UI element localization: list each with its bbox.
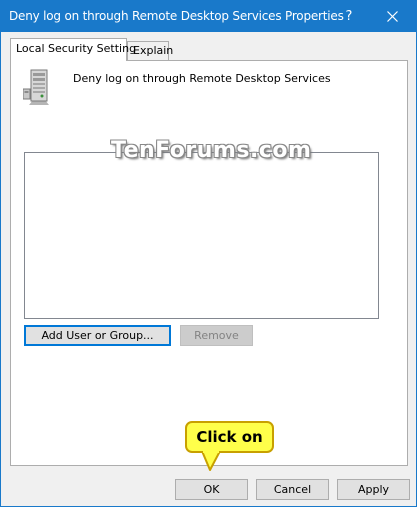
site-watermark: TenForums.com [111, 138, 312, 163]
help-button[interactable]: ? [329, 1, 369, 32]
close-icon [387, 11, 398, 22]
ok-button[interactable]: OK [175, 479, 248, 500]
add-user-or-group-button[interactable]: Add User or Group... [24, 325, 171, 346]
apply-button[interactable]: Apply [337, 479, 410, 500]
server-icon [22, 69, 55, 105]
callout-pointer [201, 451, 221, 471]
tab-local-security-setting[interactable]: Local Security Setting [10, 38, 136, 61]
title-bar[interactable]: Deny log on through Remote Desktop Servi… [1, 1, 416, 32]
click-on-callout: Click on [185, 421, 274, 453]
policy-name: Deny log on through Remote Desktop Servi… [73, 72, 331, 85]
cancel-button[interactable]: Cancel [256, 479, 329, 500]
window-title: Deny log on through Remote Desktop Servi… [9, 9, 344, 23]
close-button[interactable] [370, 1, 416, 32]
properties-dialog: Deny log on through Remote Desktop Servi… [0, 0, 417, 507]
members-listbox[interactable] [24, 152, 379, 319]
remove-button[interactable]: Remove [180, 325, 253, 346]
